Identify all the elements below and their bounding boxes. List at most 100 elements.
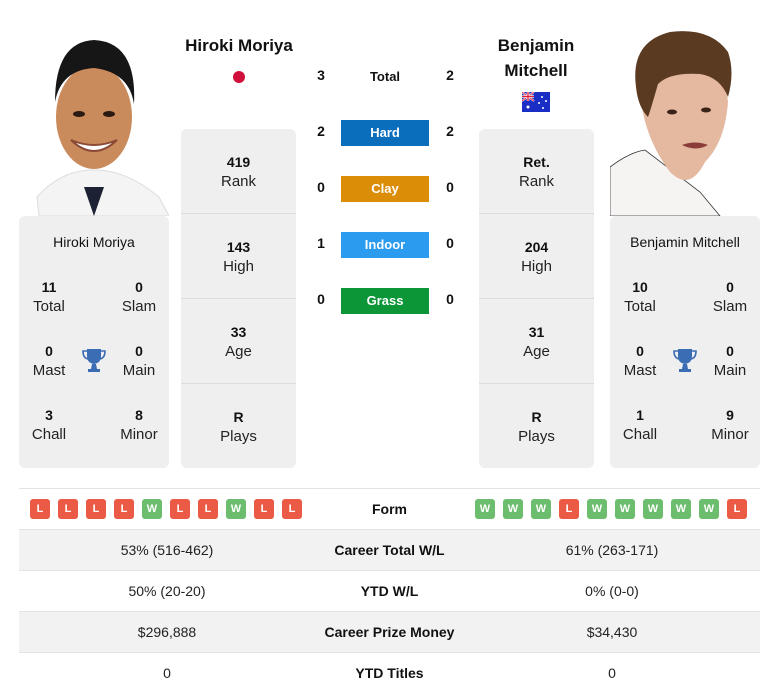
player1-career-wl: 53% (516-462) <box>120 542 214 558</box>
player1-high-label: High <box>223 258 254 275</box>
player1-titles-slam-label: Slam <box>121 298 157 315</box>
form-badge-loss[interactable]: L <box>86 499 106 519</box>
form-badge-win[interactable]: W <box>475 499 495 519</box>
player1-titles-card: Hiroki Moriya 11 Total 0 Slam 0 Mast 0 M… <box>19 216 169 468</box>
player2-high-value: 204 <box>524 239 549 255</box>
form-badge-loss[interactable]: L <box>170 499 190 519</box>
player2-titles-total-value: 10 <box>632 279 648 295</box>
h2h-grass-p2: 0 <box>446 291 454 307</box>
player2-photo <box>610 22 760 216</box>
player1-plays-label: Plays <box>220 428 257 445</box>
surface-clay[interactable]: Clay <box>341 176 429 202</box>
form-badge-loss[interactable]: L <box>30 499 50 519</box>
player2-age-value: 31 <box>528 324 545 340</box>
h2h-total-p1: 3 <box>317 67 325 83</box>
form-row: LLLLWLLWLL Form WWWLWWWWWL <box>19 489 760 530</box>
form-badge-win[interactable]: W <box>142 499 162 519</box>
player2-titles-mast: 0 Mast <box>610 341 670 381</box>
player1-photo <box>19 22 169 216</box>
career-wl-label: Career Total W/L <box>334 542 445 558</box>
player2-titles-card: Benjamin Mitchell 10 Total 0 Slam 0 Mast… <box>610 216 760 468</box>
prize-money-label: Career Prize Money <box>324 624 455 640</box>
player1-titles-total: 11 Total <box>19 277 79 317</box>
player2-high: 204 High <box>479 214 594 299</box>
japan-flag-icon <box>233 71 245 83</box>
surface-indoor[interactable]: Indoor <box>341 232 429 258</box>
player1-titles-minor: 8 Minor <box>109 405 169 445</box>
player1-rank: 419 Rank <box>181 129 296 214</box>
form-label: Form <box>372 501 407 517</box>
player2-name-line2: Mitchell <box>504 61 568 80</box>
h2h-clay-p1: 0 <box>317 179 325 195</box>
player1-titles-chall-label: Chall <box>31 426 67 443</box>
player1-titles-chall: 3 Chall <box>19 405 79 445</box>
player2-rank: Ret. Rank <box>479 129 594 214</box>
form-badge-win[interactable]: W <box>699 499 719 519</box>
player2-age-label: Age <box>523 343 550 360</box>
player2-career-wl: 61% (263-171) <box>565 542 659 558</box>
player1-prize-money: $296,888 <box>137 624 197 640</box>
form-badge-loss[interactable]: L <box>559 499 579 519</box>
form-badge-win[interactable]: W <box>531 499 551 519</box>
trophy-icon <box>673 347 697 373</box>
player1-name[interactable]: Hiroki Moriya <box>179 33 299 58</box>
form-badge-win[interactable]: W <box>503 499 523 519</box>
player2-card-name: Benjamin Mitchell <box>630 234 740 250</box>
form-badge-win[interactable]: W <box>643 499 663 519</box>
player2-titles-mast-value: 0 <box>636 343 644 359</box>
form-badge-loss[interactable]: L <box>727 499 747 519</box>
player2-plays-label: Plays <box>518 428 555 445</box>
ytd-wl-row: 50% (20-20) YTD W/L 0% (0-0) <box>19 571 760 612</box>
player2-plays: R Plays <box>479 384 594 469</box>
form-badge-win[interactable]: W <box>615 499 635 519</box>
player1-titles-mast: 0 Mast <box>19 341 79 381</box>
player1-titles-minor-value: 8 <box>135 407 143 423</box>
form-badge-loss[interactable]: L <box>254 499 274 519</box>
player2-titles-minor: 9 Minor <box>700 405 760 445</box>
surface-grass[interactable]: Grass <box>341 288 429 314</box>
player1-titles-slam: 0 Slam <box>109 277 169 317</box>
prize-money-row: $296,888 Career Prize Money $34,430 <box>19 612 760 653</box>
comparison-table: LLLLWLLWLL Form WWWLWWWWWL 53% (516-462)… <box>19 488 760 694</box>
player1-titles-chall-value: 3 <box>45 407 53 423</box>
h2h-indoor-p2: 0 <box>446 235 454 251</box>
player2-titles-mast-label: Mast <box>623 362 657 379</box>
surface-hard[interactable]: Hard <box>341 120 429 146</box>
player2-titles-main-label: Main <box>713 362 747 379</box>
ytd-titles-label: YTD Titles <box>355 665 424 681</box>
player2-titles-slam-value: 0 <box>726 279 734 295</box>
form-badge-loss[interactable]: L <box>58 499 78 519</box>
player2-name-line1: Benjamin <box>497 36 575 55</box>
player2-titles-total: 10 Total <box>610 277 670 317</box>
player1-high-value: 143 <box>226 239 251 255</box>
player1-titles-main-label: Main <box>122 362 156 379</box>
form-badge-loss[interactable]: L <box>198 499 218 519</box>
player1-titles-slam-value: 0 <box>135 279 143 295</box>
player1-titles-minor-label: Minor <box>120 426 158 443</box>
form-badge-win[interactable]: W <box>671 499 691 519</box>
player2-titles-total-label: Total <box>624 298 656 315</box>
form-badge-win[interactable]: W <box>587 499 607 519</box>
player2-titles-main-value: 0 <box>726 343 734 359</box>
ytd-wl-label: YTD W/L <box>360 583 419 599</box>
player1-ytd-wl: 50% (20-20) <box>128 583 206 599</box>
player1-titles-mast-label: Mast <box>32 362 66 379</box>
player1-age-value: 33 <box>230 324 247 340</box>
player2-name[interactable]: Benjamin Mitchell <box>476 33 596 83</box>
h2h-total-label: Total <box>369 69 401 84</box>
form-badge-loss[interactable]: L <box>282 499 302 519</box>
form-badge-loss[interactable]: L <box>114 499 134 519</box>
player2-titles-main: 0 Main <box>700 341 760 381</box>
player2-ytd-titles: 0 <box>608 665 616 681</box>
form-badge-win[interactable]: W <box>226 499 246 519</box>
player2-high-label: High <box>521 258 552 275</box>
h2h-grass-p1: 0 <box>317 291 325 307</box>
ytd-titles-row: 0 YTD Titles 0 <box>19 653 760 694</box>
player1-plays: R Plays <box>181 384 296 469</box>
player1-rank-value: 419 <box>226 154 251 170</box>
player1-plays-value: R <box>233 409 244 425</box>
player2-ytd-wl: 0% (0-0) <box>585 583 639 599</box>
player2-age: 31 Age <box>479 299 594 384</box>
player2-titles-chall: 1 Chall <box>610 405 670 445</box>
player1-high: 143 High <box>181 214 296 299</box>
